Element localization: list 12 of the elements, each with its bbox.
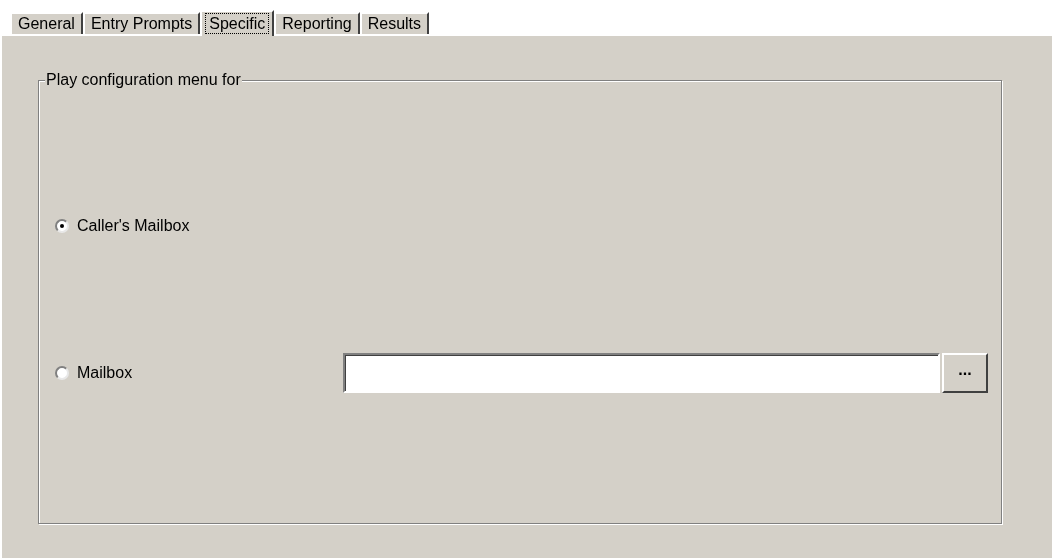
tab[interactable]: Reporting: [274, 12, 360, 34]
tab[interactable]: Entry Prompts: [82, 12, 201, 34]
browse-button[interactable]: ...: [942, 353, 988, 393]
tab[interactable]: General: [10, 12, 83, 34]
radio-button[interactable]: [55, 366, 69, 380]
group-title: Play configuration menu for: [45, 70, 242, 90]
tab[interactable]: Results: [359, 12, 430, 34]
radio-label: Mailbox: [77, 363, 133, 383]
radio-button[interactable]: [55, 219, 69, 233]
tab[interactable]: Specific: [200, 10, 275, 36]
radio-label: Caller's Mailbox: [77, 216, 190, 236]
mailbox-field[interactable]: [343, 353, 940, 393]
